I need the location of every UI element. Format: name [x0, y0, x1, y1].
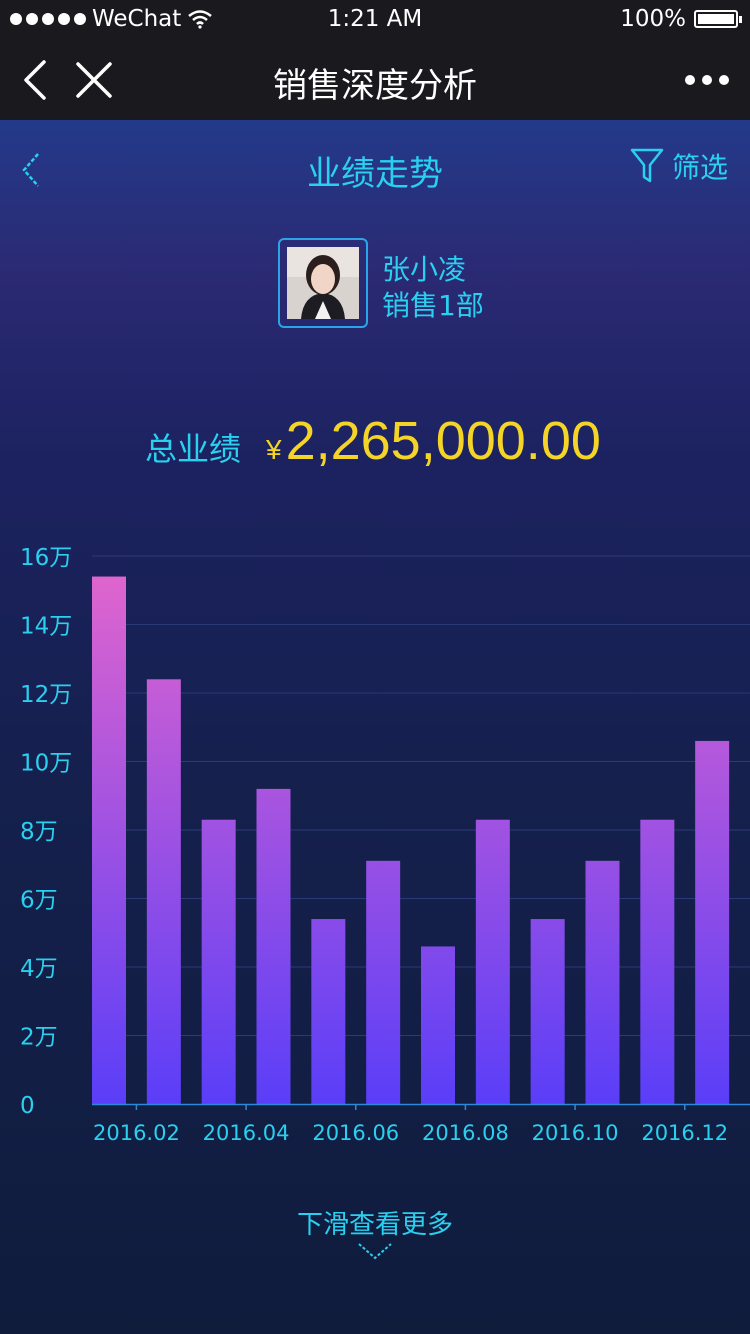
more-dots-icon[interactable]	[682, 60, 732, 100]
bar-2016.07	[421, 946, 455, 1104]
total-value: ¥2,265,000.00	[266, 410, 601, 472]
x-tick-label: 2016.02	[93, 1121, 180, 1145]
bar-2016.05	[311, 919, 346, 1104]
battery-percent: 100%	[620, 6, 686, 32]
person-name: 张小凌	[382, 253, 467, 286]
y-tick-label: 10万	[20, 751, 72, 777]
y-tick-label: 16万	[20, 545, 72, 571]
status-right: 100%	[620, 6, 742, 32]
x-tick-label: 2016.04	[203, 1121, 290, 1145]
bar-2016.11	[640, 819, 675, 1104]
bar-2016.08	[475, 819, 510, 1104]
y-tick-label: 4万	[20, 956, 58, 982]
sales-bar-chart: 0 2万 4万 6万 8万 10万 12万 14万 16万 2016.02 2016.04 2016.…	[20, 545, 750, 1145]
chart-bars	[92, 576, 730, 1104]
x-tick-label: 2016.12	[641, 1121, 728, 1145]
bar-2016.10	[585, 860, 620, 1104]
bar-2016.09	[530, 919, 565, 1104]
bar-2016.06	[366, 860, 401, 1104]
x-tick-label: 2016.10	[532, 1121, 619, 1145]
navbar: 销售深度分析	[0, 40, 750, 120]
chevron-down-icon[interactable]	[357, 1240, 393, 1264]
filter-icon	[630, 148, 664, 183]
bar-2016.01	[92, 576, 126, 1104]
bar-2016.04	[256, 788, 291, 1104]
bar-2016.02	[146, 679, 181, 1104]
y-tick-label: 2万	[20, 1025, 58, 1051]
battery-icon	[694, 10, 742, 28]
nav-title: 销售深度分析	[273, 66, 477, 106]
filter-button[interactable]: 筛选	[630, 146, 728, 186]
total-amount: 2,265,000.00	[285, 411, 601, 471]
bar-2016.03	[201, 819, 236, 1104]
y-tick-label: 6万	[20, 888, 58, 914]
y-tick-label: 14万	[20, 614, 72, 640]
x-tick-label: 2016.08	[422, 1121, 509, 1145]
filter-label: 筛选	[671, 151, 728, 184]
total-label: 总业绩	[145, 430, 242, 468]
person-dept: 销售1部	[382, 289, 484, 322]
avatar-image	[287, 247, 359, 319]
main-content: 业绩走势 筛选 张小凌 销售1部 总业绩 ¥2,265,000.00 02万	[0, 120, 750, 1334]
y-tick-label: 12万	[20, 682, 72, 708]
y-tick-label: 8万	[20, 819, 58, 845]
bar-2016.12	[695, 740, 730, 1104]
x-tick-label: 2016.06	[312, 1121, 399, 1145]
scroll-more-hint[interactable]: 下滑查看更多	[0, 1204, 750, 1241]
currency-symbol: ¥	[266, 434, 282, 465]
y-tick-label: 0	[20, 1093, 35, 1119]
avatar	[278, 238, 368, 328]
status-bar: WeChat 1:21 AM 100%	[0, 0, 750, 40]
